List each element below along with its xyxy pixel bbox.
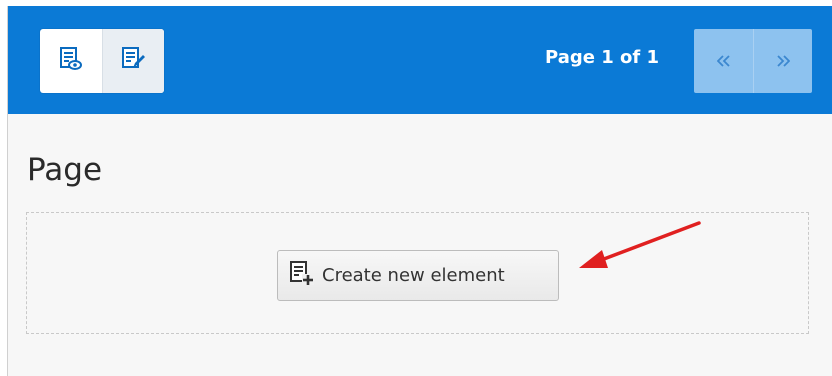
create-new-element-button[interactable]: Create new element [277, 250, 559, 301]
next-page-button[interactable] [753, 29, 812, 93]
edit-mode-button[interactable] [102, 29, 164, 93]
module-header: Page 1 of 1 [8, 6, 832, 114]
previous-page-button[interactable] [694, 29, 753, 93]
view-mode-toggle [40, 29, 164, 93]
preview-page-icon [60, 47, 82, 75]
double-chevron-right-icon [776, 51, 791, 72]
create-new-element-label: Create new element [322, 265, 505, 286]
pagination-controls [694, 29, 812, 93]
page-title: Page [27, 152, 103, 188]
double-chevron-left-icon [716, 51, 731, 72]
preview-mode-button[interactable] [40, 29, 102, 93]
add-content-element-icon [289, 260, 315, 291]
page-indicator: Page 1 of 1 [545, 47, 659, 68]
edit-page-icon [121, 47, 146, 75]
